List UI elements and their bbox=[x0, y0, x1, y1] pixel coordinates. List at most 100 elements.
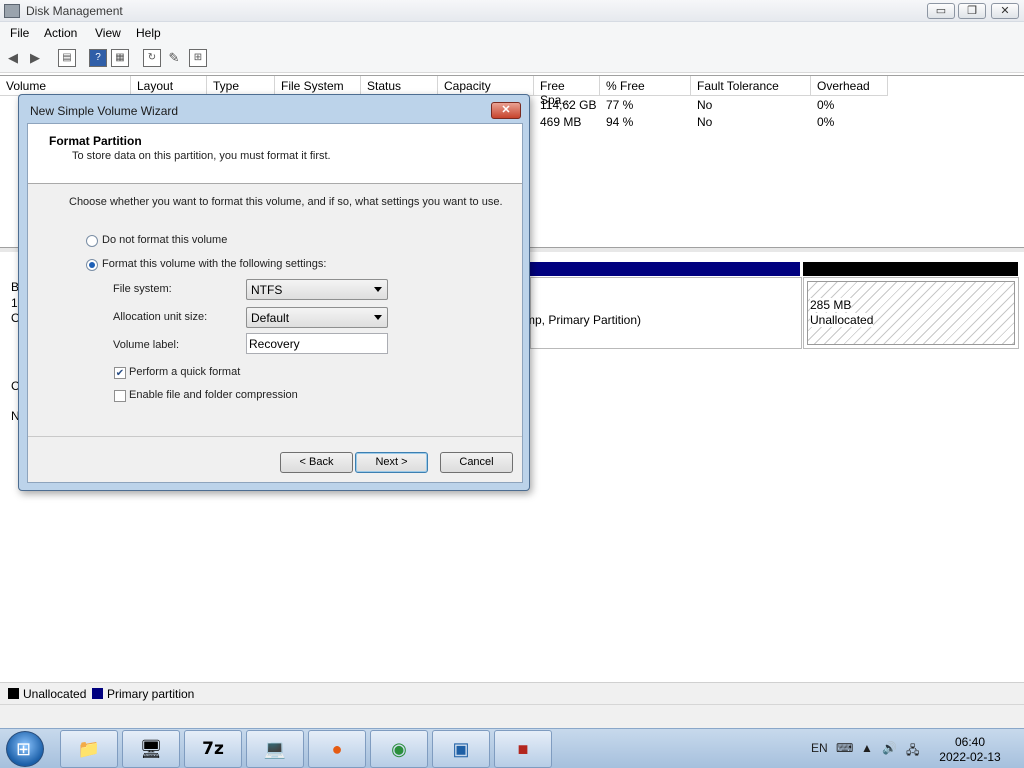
clock-time: 06:40 bbox=[954, 735, 986, 749]
legend: Unallocated Primary partition bbox=[0, 682, 1024, 704]
properties-icon[interactable]: ▤ bbox=[58, 49, 76, 67]
clock-date: 2022-02-13 bbox=[939, 750, 1001, 764]
menu-help[interactable]: Help bbox=[136, 26, 161, 40]
file-system-value: NTFS bbox=[251, 283, 283, 297]
list-view-icon[interactable]: ▦ bbox=[111, 49, 129, 67]
menu-bar: File Action View Help bbox=[0, 22, 1024, 43]
back-arrow-icon[interactable]: ◀ bbox=[4, 49, 22, 67]
language-indicator[interactable]: EN bbox=[811, 741, 828, 755]
wizard-separator bbox=[28, 436, 522, 437]
col-file-system[interactable]: File System bbox=[275, 76, 361, 96]
taskbar: ⊞ 📁 🖥 7z 💻 ● ◉ ▣ ■ EN ⌨ ▲ 🔊 🖧 06:40 2022… bbox=[0, 728, 1024, 768]
toolbar: ◀ ▶ ▤ ? ▦ ↻ ✎ ⊞ bbox=[0, 43, 1024, 73]
percent-free-cell: 77 % bbox=[606, 98, 634, 112]
chevron-down-icon bbox=[374, 287, 382, 292]
control-panel-icon[interactable]: 🖥 bbox=[122, 730, 180, 768]
forward-arrow-icon[interactable]: ▶ bbox=[26, 49, 44, 67]
col-volume[interactable]: Volume bbox=[0, 76, 131, 96]
close-button[interactable]: ✕ bbox=[991, 3, 1019, 19]
network-tray-icon[interactable]: 🖧 bbox=[906, 741, 919, 762]
free-space-cell: 469 MB bbox=[540, 115, 582, 129]
overhead-cell: 0% bbox=[817, 115, 835, 129]
unallocated-label: Unallocated bbox=[810, 313, 874, 327]
firefox-icon[interactable]: ● bbox=[308, 730, 366, 768]
unallocated-size: 285 MB bbox=[810, 298, 852, 312]
allocation-unit-label: Allocation unit size: bbox=[113, 311, 208, 323]
help-icon[interactable]: ? bbox=[89, 49, 107, 67]
unallocated-bar bbox=[803, 262, 1018, 276]
disk-management-icon bbox=[4, 4, 20, 18]
partition-text: mp, Primary Partition) bbox=[525, 313, 642, 327]
format-radio[interactable] bbox=[86, 259, 98, 271]
window-title: Disk Management bbox=[26, 4, 123, 18]
col-capacity[interactable]: Capacity bbox=[438, 76, 534, 96]
col-status[interactable]: Status bbox=[361, 76, 438, 96]
wizard-body: Format Partition To store data on this p… bbox=[27, 123, 523, 483]
windows-logo-icon: ⊞ bbox=[16, 739, 32, 759]
allocation-unit-dropdown[interactable]: Default bbox=[246, 307, 388, 328]
instruction-text: Choose whether you want to format this v… bbox=[69, 196, 503, 208]
network-icon[interactable]: ▣ bbox=[432, 730, 490, 768]
fault-tolerance-cell: No bbox=[697, 98, 713, 112]
clock[interactable]: 06:40 2022-02-13 bbox=[930, 735, 1010, 765]
wizard-close-button[interactable]: ✕ bbox=[491, 102, 521, 119]
col-type[interactable]: Type bbox=[207, 76, 275, 96]
percent-free-cell: 94 % bbox=[606, 115, 634, 129]
wizard-header: Format Partition To store data on this p… bbox=[28, 124, 522, 184]
new-simple-volume-wizard: New Simple Volume Wizard ✕ Format Partit… bbox=[18, 94, 530, 491]
overhead-cell: 0% bbox=[817, 98, 835, 112]
status-bar bbox=[0, 704, 1024, 728]
file-system-dropdown[interactable]: NTFS bbox=[246, 279, 388, 300]
allocation-unit-value: Default bbox=[251, 311, 290, 325]
title-bar: Disk Management ▭ ❐ ✕ bbox=[0, 0, 1024, 22]
file-system-label: File system: bbox=[113, 283, 172, 295]
settings-icon[interactable]: ✎ bbox=[165, 49, 183, 67]
refresh-icon[interactable]: ↻ bbox=[143, 49, 161, 67]
restore-button[interactable]: ❐ bbox=[958, 3, 986, 19]
disk-label-stub: 1 bbox=[11, 296, 18, 310]
menu-view[interactable]: View bbox=[95, 26, 121, 40]
quick-format-checkbox[interactable]: ✔ bbox=[114, 367, 126, 379]
cancel-button[interactable]: Cancel bbox=[440, 452, 513, 473]
fault-tolerance-cell: No bbox=[697, 115, 713, 129]
legend-swatch-primary bbox=[92, 688, 103, 699]
format-label[interactable]: Format this volume with the following se… bbox=[102, 258, 326, 270]
page-title: Format Partition bbox=[49, 134, 142, 148]
menu-file[interactable]: File bbox=[10, 26, 29, 40]
col-free-space[interactable]: Free Spa... bbox=[534, 76, 600, 107]
compression-checkbox[interactable] bbox=[114, 390, 126, 402]
unallocated-block[interactable]: 285 MB Unallocated bbox=[803, 277, 1019, 349]
col-overhead[interactable]: Overhead bbox=[811, 76, 888, 96]
volume-label-input[interactable]: Recovery bbox=[246, 333, 388, 354]
minimize-button[interactable]: ▭ bbox=[927, 3, 955, 19]
7zip-icon[interactable]: 7z bbox=[184, 730, 242, 768]
back-button[interactable]: < Back bbox=[280, 452, 353, 473]
disk-icon[interactable]: ⊞ bbox=[189, 49, 207, 67]
col-percent-free[interactable]: % Free bbox=[600, 76, 691, 96]
legend-primary: Primary partition bbox=[107, 687, 195, 701]
page-subtitle: To store data on this partition, you mus… bbox=[72, 150, 331, 162]
wizard-title: New Simple Volume Wizard bbox=[30, 104, 179, 118]
no-format-label[interactable]: Do not format this volume bbox=[102, 234, 227, 246]
volume-label-label: Volume label: bbox=[113, 339, 180, 351]
legend-unallocated: Unallocated bbox=[23, 687, 87, 701]
legend-swatch-unallocated bbox=[8, 688, 19, 699]
toolbox-icon[interactable]: ■ bbox=[494, 730, 552, 768]
tray-expand-icon[interactable]: ▲ bbox=[861, 741, 873, 755]
no-format-radio[interactable] bbox=[86, 235, 98, 247]
primary-partition-bar bbox=[530, 262, 800, 276]
next-button[interactable]: Next > bbox=[355, 452, 428, 473]
col-fault-tolerance[interactable]: Fault Tolerance bbox=[691, 76, 811, 96]
volume-icon[interactable]: 🔊 bbox=[882, 741, 897, 755]
chevron-down-icon bbox=[374, 315, 382, 320]
explorer-icon[interactable]: 📁 bbox=[60, 730, 118, 768]
start-button[interactable]: ⊞ bbox=[6, 731, 44, 767]
keyboard-icon[interactable]: ⌨ bbox=[836, 741, 853, 755]
col-layout[interactable]: Layout bbox=[131, 76, 207, 96]
remote-desktop-icon[interactable]: 💻 bbox=[246, 730, 304, 768]
primary-partition-block[interactable]: mp, Primary Partition) bbox=[525, 277, 802, 349]
menu-action[interactable]: Action bbox=[44, 26, 77, 40]
chrome-icon[interactable]: ◉ bbox=[370, 730, 428, 768]
compression-label[interactable]: Enable file and folder compression bbox=[129, 389, 298, 401]
quick-format-label[interactable]: Perform a quick format bbox=[129, 366, 240, 378]
